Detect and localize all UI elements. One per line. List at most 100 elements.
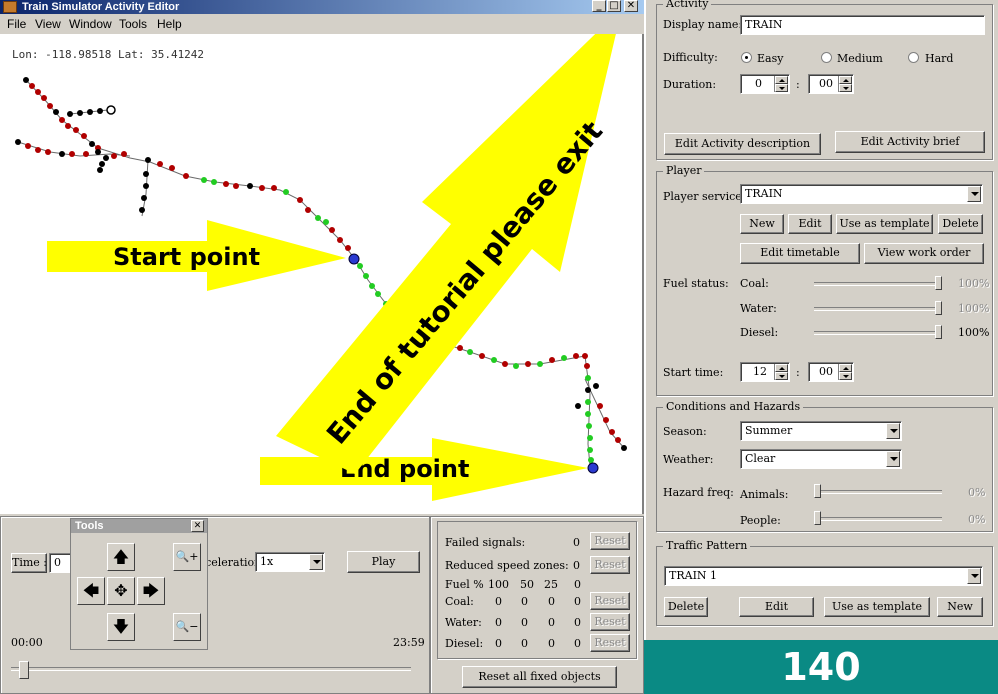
- water-slider-thumb[interactable]: [935, 301, 942, 315]
- minimize-button[interactable]: _: [592, 0, 606, 12]
- spin-down-icon[interactable]: [775, 372, 788, 380]
- duration-colon: :: [796, 78, 800, 91]
- diesel-slider-track[interactable]: [814, 331, 942, 335]
- water-cell: 0: [521, 616, 528, 629]
- pan-up-icon[interactable]: 🡅: [107, 543, 135, 571]
- water-cell: 0: [495, 616, 502, 629]
- tools-close-button[interactable]: ✕: [191, 520, 204, 532]
- track-marker: [585, 411, 591, 417]
- player-edit-button[interactable]: Edit: [788, 214, 832, 234]
- coal-slider-thumb[interactable]: [935, 276, 942, 290]
- chevron-down-icon[interactable]: [967, 186, 981, 202]
- display-name-field[interactable]: TRAIN: [740, 15, 985, 35]
- acceleration-select[interactable]: 1x: [255, 552, 325, 572]
- zoom-in-icon[interactable]: 🔍+: [173, 543, 201, 571]
- timeline-panel: Time : 0 Acceleration 1x Play 00:00 23:5…: [0, 516, 430, 694]
- track-marker: [549, 357, 555, 363]
- chevron-down-icon[interactable]: [967, 568, 981, 584]
- menu-view[interactable]: View: [35, 17, 61, 31]
- tools-title-bar: Tools ✕: [71, 519, 207, 533]
- animals-slider-track[interactable]: [814, 490, 942, 494]
- traffic-delete-button[interactable]: Delete: [664, 597, 708, 617]
- chevron-down-icon[interactable]: [886, 423, 900, 439]
- close-button[interactable]: ✕: [624, 0, 638, 12]
- menu-tools[interactable]: Tools: [119, 17, 147, 31]
- track-marker: [97, 167, 103, 173]
- difficulty-easy-radio[interactable]: [741, 52, 752, 63]
- player-delete-button[interactable]: Delete: [938, 214, 983, 234]
- people-slider-thumb[interactable]: [814, 511, 821, 525]
- track-marker: [593, 383, 599, 389]
- start-minute-spinner[interactable]: [838, 364, 852, 380]
- people-slider-track[interactable]: [814, 517, 942, 521]
- duration-hours-field[interactable]: 0: [740, 74, 790, 94]
- track-marker: [615, 437, 621, 443]
- traffic-edit-button[interactable]: Edit: [739, 597, 814, 617]
- difficulty-medium-radio[interactable]: [821, 52, 832, 63]
- water-reset-button[interactable]: Reset: [590, 613, 630, 631]
- traffic-pattern-select[interactable]: TRAIN 1: [664, 566, 983, 586]
- start-hour-spinner[interactable]: [774, 364, 788, 380]
- spin-up-icon[interactable]: [775, 76, 788, 84]
- menu-help[interactable]: Help: [157, 17, 182, 31]
- spin-down-icon[interactable]: [775, 84, 788, 92]
- spin-down-icon[interactable]: [839, 372, 852, 380]
- track-marker: [157, 161, 163, 167]
- duration-minutes-field[interactable]: 00: [808, 74, 854, 94]
- track-marker: [183, 173, 189, 179]
- chevron-down-icon[interactable]: [886, 451, 900, 467]
- play-button[interactable]: Play: [347, 551, 420, 573]
- traffic-use-as-template-button[interactable]: Use as template: [824, 597, 930, 617]
- track-marker: [588, 457, 594, 463]
- chevron-down-icon[interactable]: [309, 554, 323, 570]
- time-button[interactable]: Time :: [11, 553, 47, 573]
- time-field[interactable]: 0: [49, 553, 71, 573]
- difficulty-hard-label: Hard: [925, 52, 954, 65]
- timeline-slider-thumb[interactable]: [19, 661, 29, 679]
- track-marker: [73, 127, 79, 133]
- coal-reset-button[interactable]: Reset: [590, 592, 630, 610]
- water-slider-track[interactable]: [814, 307, 942, 311]
- reduced-speed-reset-button[interactable]: Reset: [590, 556, 630, 574]
- menu-file[interactable]: File: [7, 17, 26, 31]
- reset-all-fixed-objects-button[interactable]: Reset all fixed objects: [462, 666, 617, 688]
- diesel-percent: 100%: [958, 326, 990, 339]
- animals-slider-thumb[interactable]: [814, 484, 821, 498]
- timeline-slider-track[interactable]: [11, 667, 411, 671]
- duration-minutes-spinner[interactable]: [838, 76, 852, 92]
- diesel-slider-thumb[interactable]: [935, 325, 942, 339]
- season-select[interactable]: Summer: [740, 421, 902, 441]
- difficulty-medium-label: Medium: [837, 52, 883, 65]
- track-marker: [81, 133, 87, 139]
- player-new-button[interactable]: New: [740, 214, 784, 234]
- menu-window[interactable]: Window: [69, 17, 112, 31]
- traffic-new-button[interactable]: New: [937, 597, 983, 617]
- center-view-icon[interactable]: ✥: [107, 577, 135, 605]
- pan-down-icon[interactable]: 🡇: [107, 613, 135, 641]
- start-minute-field[interactable]: 00: [808, 362, 854, 382]
- difficulty-hard-radio[interactable]: [908, 52, 919, 63]
- track-marker: [537, 361, 543, 367]
- spin-up-icon[interactable]: [775, 364, 788, 372]
- player-service-select[interactable]: TRAIN: [740, 184, 983, 204]
- failed-signals-reset-button[interactable]: Reset: [590, 532, 630, 550]
- pan-right-icon[interactable]: 🡆: [137, 577, 165, 605]
- coal-slider-track[interactable]: [814, 282, 942, 286]
- spin-down-icon[interactable]: [839, 84, 852, 92]
- view-work-order-button[interactable]: View work order: [864, 243, 984, 264]
- edit-activity-description-button[interactable]: Edit Activity description: [664, 133, 821, 155]
- edit-timetable-button[interactable]: Edit timetable: [740, 243, 860, 264]
- track-marker: [15, 139, 21, 145]
- diesel-reset-button[interactable]: Reset: [590, 634, 630, 652]
- failed-signals-label: Failed signals:: [445, 536, 526, 549]
- spin-up-icon[interactable]: [839, 364, 852, 372]
- start-hour-field[interactable]: 12: [740, 362, 790, 382]
- pan-left-icon[interactable]: 🡄: [77, 577, 105, 605]
- edit-activity-brief-button[interactable]: Edit Activity brief: [835, 131, 985, 153]
- player-use-as-template-button[interactable]: Use as template: [836, 214, 933, 234]
- maximize-button[interactable]: □: [607, 0, 621, 12]
- weather-select[interactable]: Clear: [740, 449, 902, 469]
- zoom-out-icon[interactable]: 🔍−: [173, 613, 201, 641]
- spin-up-icon[interactable]: [839, 76, 852, 84]
- duration-hours-spinner[interactable]: [774, 76, 788, 92]
